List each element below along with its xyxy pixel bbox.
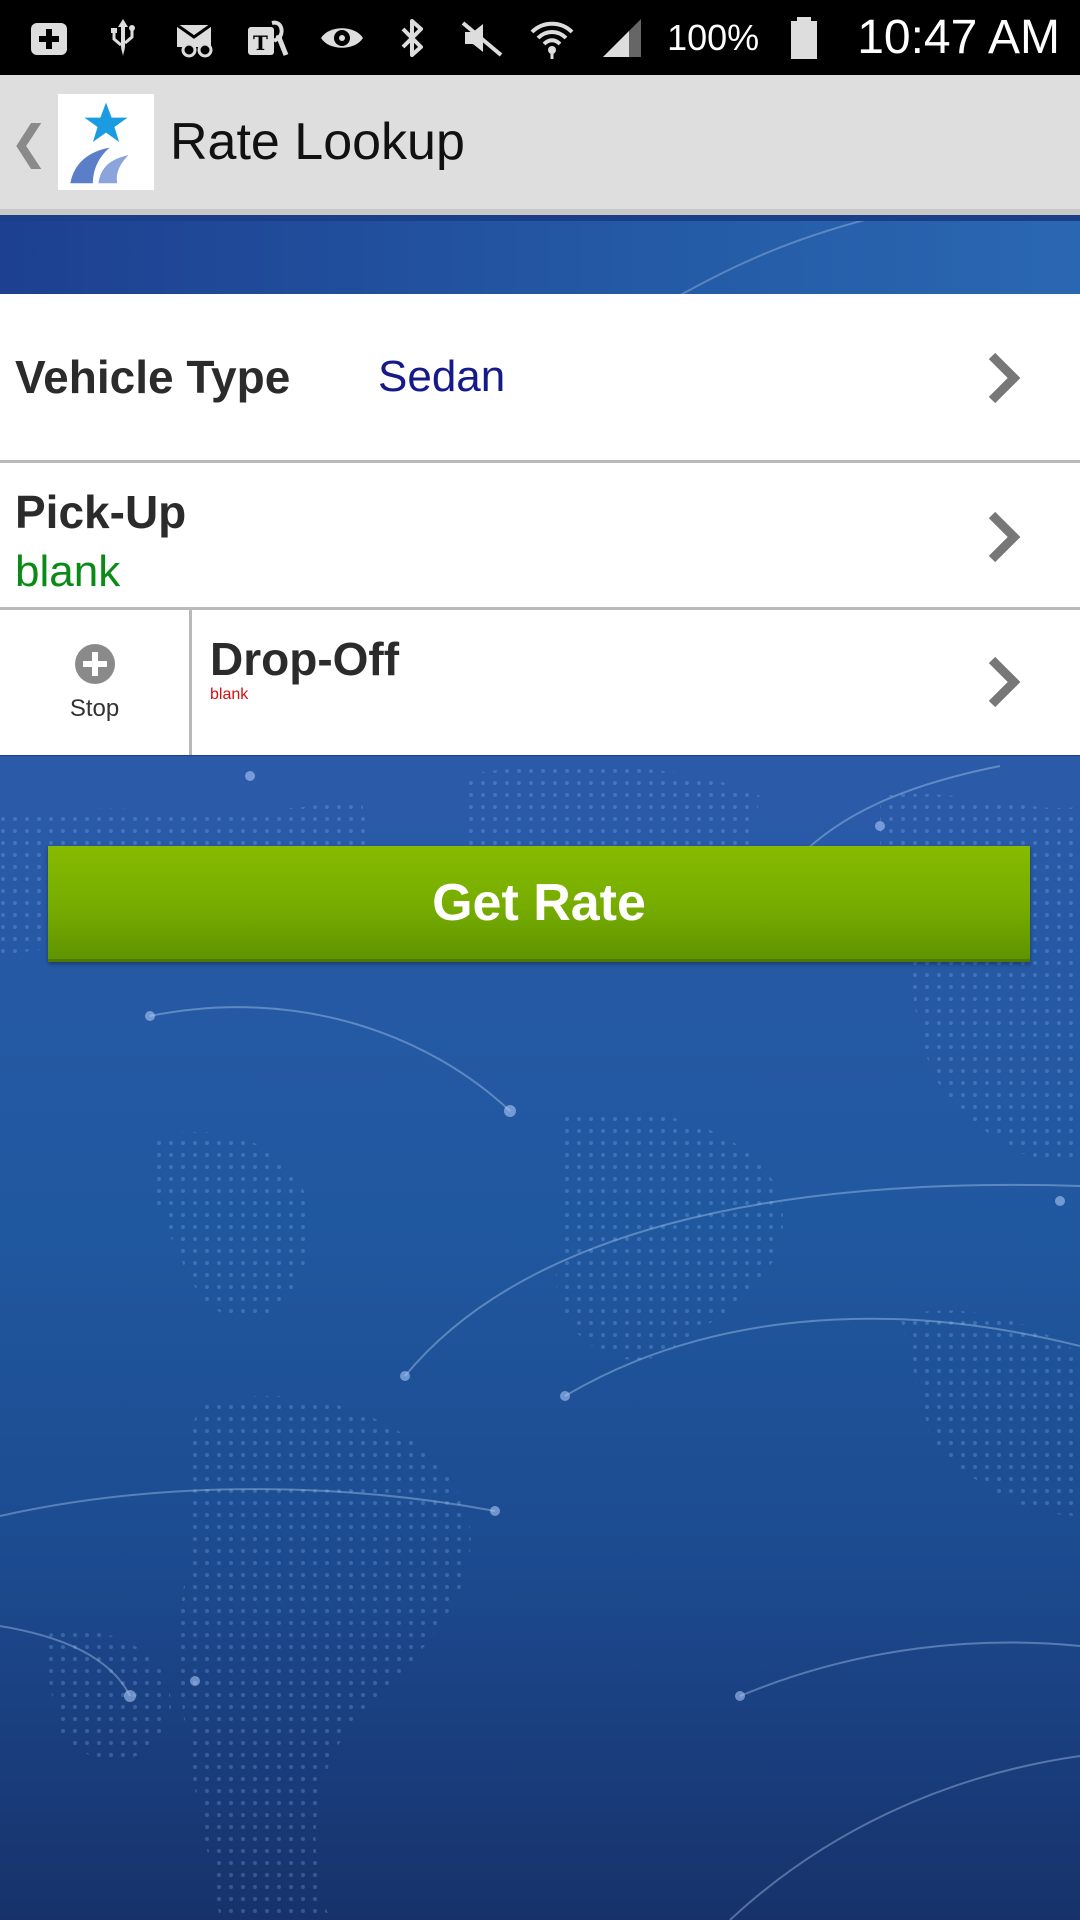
vehicle-type-row[interactable]: Vehicle Type Sedan	[0, 294, 1080, 463]
status-clock: 10:47 AM	[857, 11, 1060, 64]
mute-icon	[457, 13, 507, 63]
status-bar: T 100% 10:47 AM	[0, 0, 1080, 75]
stop-label: Stop	[69, 694, 120, 722]
chevron-right-icon	[984, 652, 1024, 712]
back-button[interactable]: ❮	[0, 72, 49, 212]
dropoff-stack: Drop-Off blank	[210, 632, 399, 704]
dropoff-value: blank	[210, 686, 249, 703]
usb-icon	[98, 13, 148, 63]
add-stop-button[interactable]: Stop	[0, 610, 192, 755]
action-bar: ❮ Rate Lookup	[0, 75, 1080, 215]
dropoff-label: Drop-Off	[210, 633, 400, 685]
chevron-right-icon	[984, 348, 1024, 408]
add-box-icon	[26, 13, 76, 63]
rate-form: Vehicle Type Sedan Pick-Up blank Stop Dr…	[0, 294, 1080, 755]
battery-icon	[779, 13, 829, 63]
wifi-icon	[527, 13, 577, 63]
page-title: Rate Lookup	[170, 113, 465, 171]
get-rate-button[interactable]: Get Rate	[48, 846, 1030, 962]
header-banner	[0, 221, 1080, 294]
dropoff-row[interactable]: Stop Drop-Off blank	[0, 610, 1080, 755]
status-right-icons: 100% 10:47 AM	[317, 10, 1080, 65]
pickup-value: blank	[15, 547, 121, 596]
pickup-stack: Pick-Up blank	[15, 485, 186, 597]
voicemail-icon	[170, 13, 220, 63]
status-left-icons: T	[0, 13, 292, 63]
pickup-label: Pick-Up	[15, 486, 187, 538]
pickup-row[interactable]: Pick-Up blank	[0, 463, 1080, 610]
chevron-right-icon	[984, 507, 1024, 567]
vehicle-type-value: Sedan	[378, 352, 506, 401]
bluetooth-icon	[387, 13, 437, 63]
add-circle-icon	[74, 643, 115, 684]
vehicle-type-label: Vehicle Type	[15, 351, 291, 403]
tmobile-icon: T	[242, 13, 292, 63]
signal-icon	[597, 13, 647, 63]
svg-text:T: T	[253, 31, 268, 55]
app-logo[interactable]	[58, 94, 154, 190]
battery-percent: 100%	[667, 16, 760, 58]
star-road-logo-icon	[70, 102, 129, 184]
eye-icon	[317, 13, 367, 63]
